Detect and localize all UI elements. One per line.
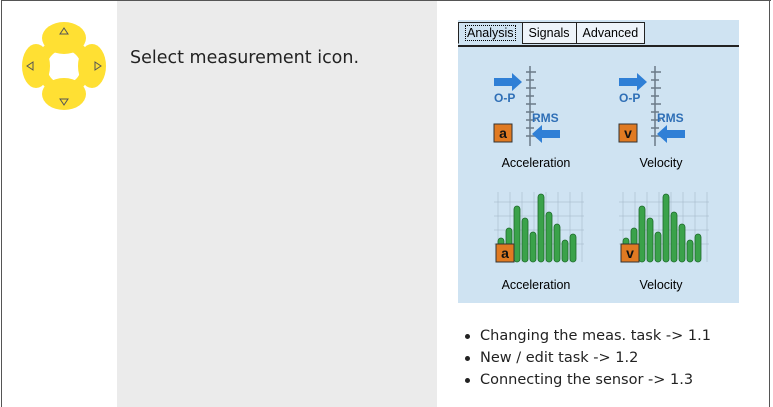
tab-analysis[interactable]: Analysis <box>458 22 523 44</box>
table-left-border <box>1 0 2 407</box>
svg-text:v: v <box>624 125 632 141</box>
tab-bar: Analysis Signals Advanced <box>458 22 646 44</box>
svg-text:RMS: RMS <box>532 111 559 125</box>
svg-text:a: a <box>501 245 509 261</box>
svg-text:O-P: O-P <box>494 91 515 105</box>
velocity-overall-tile[interactable]: O-P RMS v Velocity <box>601 60 721 180</box>
acceleration-spectrum-icon: a <box>476 182 596 274</box>
tab-underline <box>458 45 739 47</box>
list-item: New / edit task -> 1.2 <box>462 347 711 369</box>
acceleration-overall-tile[interactable]: O-P RMS a Acceleration <box>476 60 596 180</box>
velocity-overall-icon: O-P RMS v <box>601 60 721 150</box>
list-item: Changing the meas. task -> 1.1 <box>462 325 711 347</box>
velocity-spectrum-tile[interactable]: v Velocity <box>601 182 721 302</box>
velocity-spectrum-icon: v <box>601 182 721 274</box>
list-item: Connecting the sensor -> 1.3 <box>462 369 711 391</box>
acceleration-spectrum-tile[interactable]: a Acceleration <box>476 182 596 302</box>
svg-text:v: v <box>626 245 634 261</box>
table-right-border <box>769 0 770 407</box>
device-screen: Analysis Signals Advanced O-P RMS a Acce… <box>458 20 739 303</box>
tile-label: Acceleration <box>501 278 571 292</box>
tab-advanced[interactable]: Advanced <box>575 22 646 44</box>
svg-text:a: a <box>499 125 507 141</box>
svg-text:O-P: O-P <box>619 91 640 105</box>
svg-text:RMS: RMS <box>657 111 684 125</box>
related-links-list: Changing the meas. task -> 1.1 New / edi… <box>462 325 711 391</box>
tile-label: Velocity <box>639 156 683 170</box>
dpad-icon <box>22 22 106 110</box>
tab-signals[interactable]: Signals <box>521 22 577 44</box>
tile-label: Velocity <box>639 278 683 292</box>
instruction-text: Select measurement icon. <box>130 48 360 68</box>
tile-label: Acceleration <box>501 156 571 170</box>
acceleration-overall-icon: O-P RMS a <box>476 60 596 150</box>
